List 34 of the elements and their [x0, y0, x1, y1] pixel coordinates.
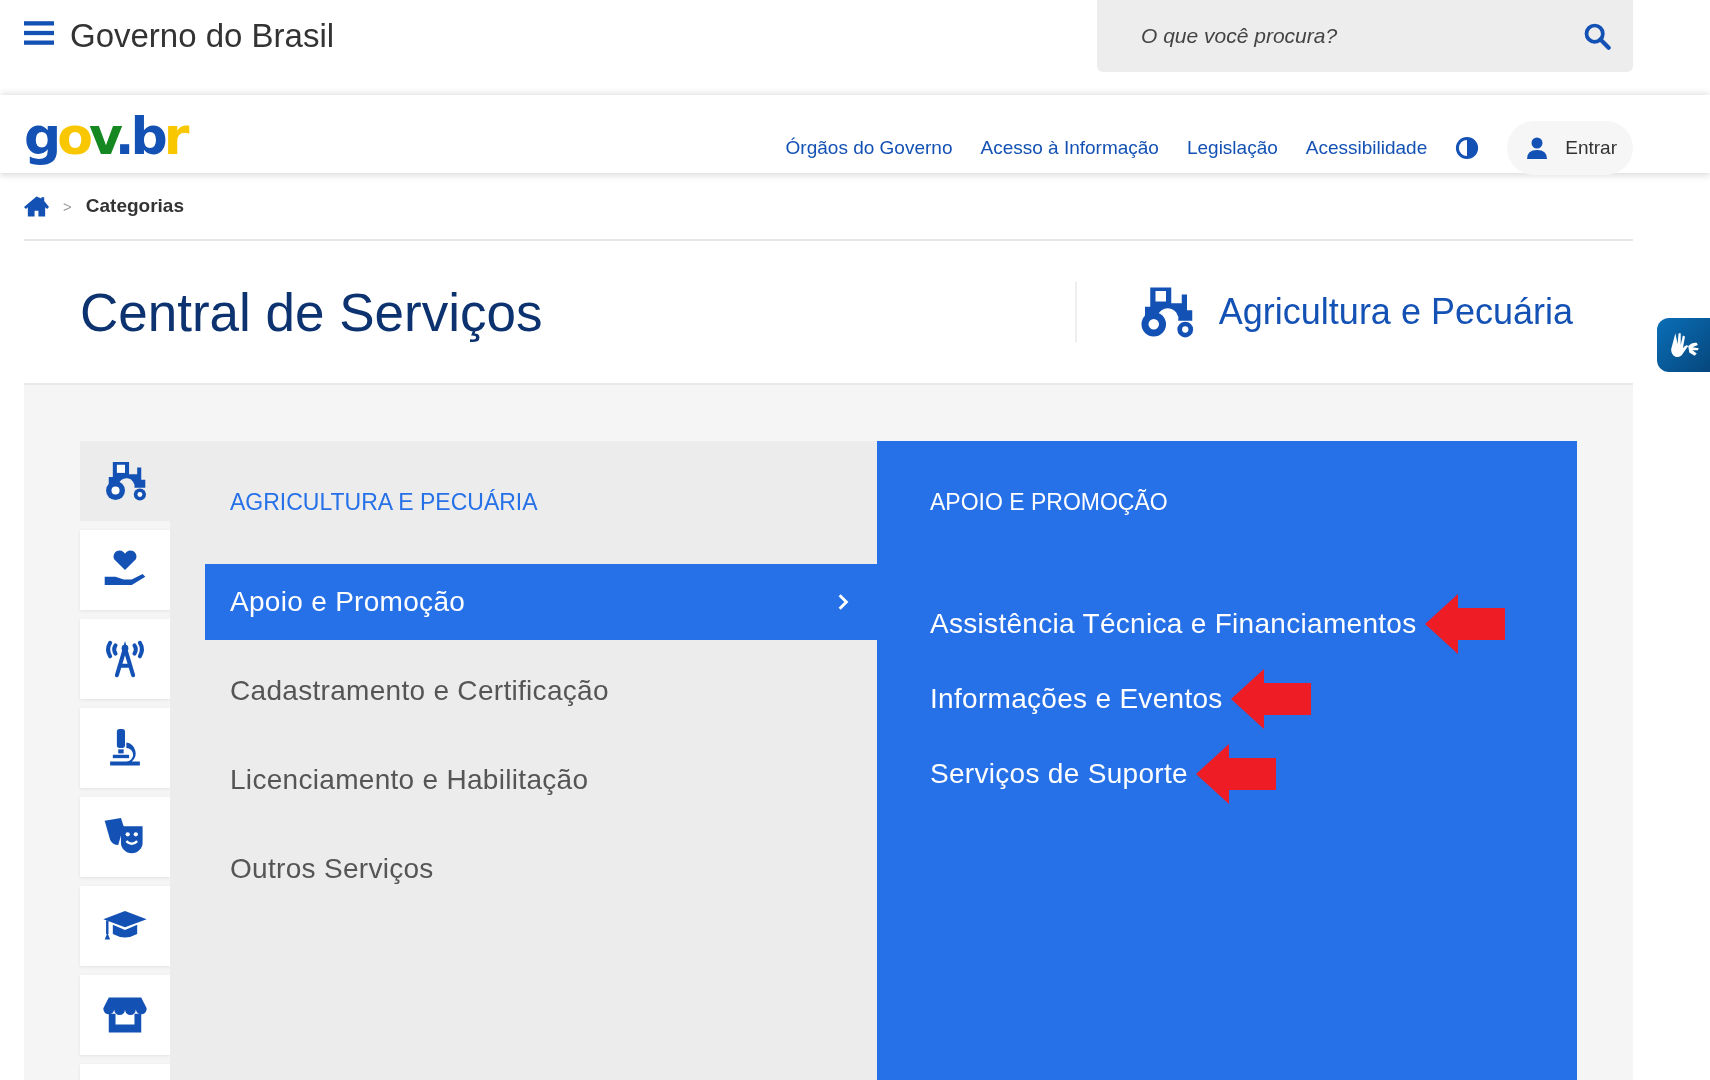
user-icon [1527, 137, 1548, 159]
menu-icon[interactable] [24, 20, 54, 46]
nav-link[interactable]: Legislação [1186, 137, 1278, 159]
subcategory-item[interactable]: Cadastramento e Certificação [205, 653, 877, 729]
service-link[interactable]: Serviços de Suporte [930, 757, 1188, 790]
search-icon [1583, 22, 1611, 50]
breadcrumb-item: Categorias [85, 195, 184, 217]
category-tile[interactable] [80, 619, 170, 699]
category-tile[interactable] [80, 441, 170, 521]
home-icon[interactable] [24, 195, 49, 217]
sign-language-button[interactable] [1657, 318, 1710, 372]
page-title: Central de Serviços [80, 281, 544, 343]
breadcrumb-separator: > [63, 197, 72, 215]
nav-link[interactable]: Órgãos do Governo [785, 137, 953, 159]
service-link[interactable]: Assistência Técnica e Financiamentos [930, 607, 1417, 640]
panel-heading: APOIO E PROMOÇÃO [930, 488, 1169, 517]
nav-link[interactable]: Acessibilidade [1305, 137, 1428, 159]
contrast-icon[interactable] [1455, 136, 1480, 160]
site-title: Governo do Brasil [70, 17, 335, 55]
panel-heading: AGRICULTURA E PECUÁRIA [229, 488, 539, 517]
subcategory-item[interactable]: Apoio e Promoção [205, 564, 877, 640]
category-tile[interactable] [80, 797, 170, 877]
service-link[interactable]: Informações e Eventos [930, 682, 1223, 715]
category-tile[interactable] [80, 530, 170, 610]
nav-link[interactable]: Acesso à Informação [980, 137, 1159, 159]
chevron-right-icon [837, 593, 849, 611]
category-title: Agricultura e Pecuária [1218, 291, 1573, 333]
subcategory-item[interactable]: Licenciamento e Habilitação [205, 742, 877, 818]
subcategory-item[interactable]: Outros Serviços [205, 831, 877, 907]
search-field[interactable]: O que você procura? [1097, 0, 1633, 72]
login-button[interactable]: Entrar [1507, 121, 1633, 175]
category-tile[interactable] [80, 708, 170, 788]
category-tile[interactable] [80, 975, 170, 1055]
category-tile[interactable] [80, 886, 170, 966]
